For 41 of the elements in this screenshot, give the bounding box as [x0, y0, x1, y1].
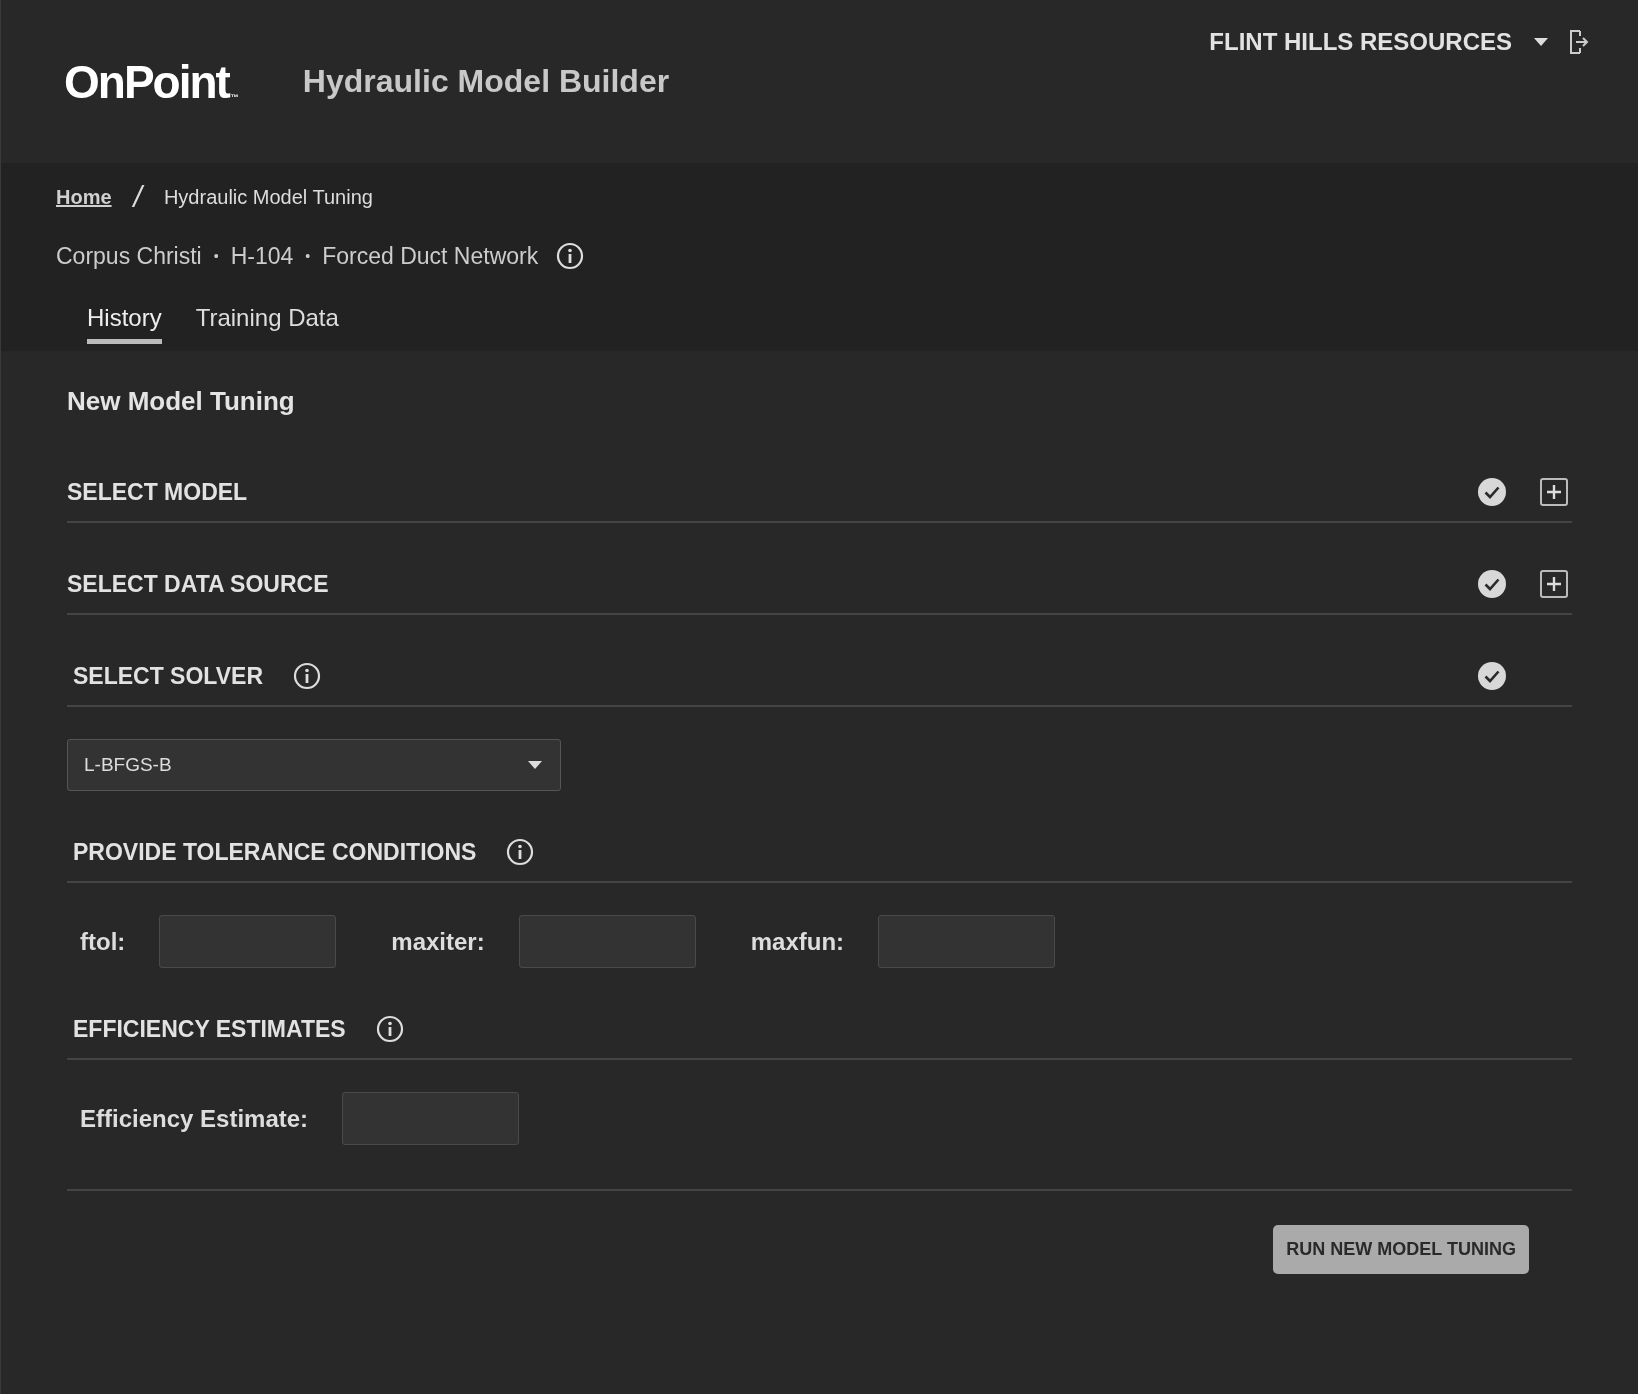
input-field[interactable] [518, 915, 696, 968]
add-icon[interactable] [1540, 478, 1568, 506]
logo-text: OnPoint [64, 58, 229, 105]
logout-icon[interactable] [1568, 29, 1590, 55]
input-field[interactable] [878, 915, 1056, 968]
section-title: PROVIDE TOLERANCE CONDITIONS [73, 838, 477, 866]
breadcrumb-current: Hydraulic Model Tuning [163, 185, 373, 209]
app-title: Hydraulic Model Builder [302, 63, 670, 100]
caret-icon [1534, 38, 1548, 46]
context-label: Corpus Christi [56, 242, 202, 270]
caret-icon [528, 761, 542, 769]
solver-dropdown[interactable]: L-BFGS-B [67, 739, 561, 791]
page-title: New Model Tuning [67, 384, 296, 418]
field-label: maxiter: [391, 927, 485, 956]
run-tuning-button[interactable]: RUN NEW MODEL TUNING [1273, 1225, 1529, 1274]
home-link[interactable]: Home [56, 185, 112, 209]
separator-dot: • [213, 248, 219, 264]
tab[interactable]: History [87, 304, 162, 344]
trademark-mark: ™ [230, 93, 239, 102]
section-title: SELECT DATA SOURCE [67, 570, 329, 598]
check-circle-icon [1478, 570, 1506, 598]
input-field[interactable] [159, 915, 337, 968]
info-icon[interactable] [375, 1015, 404, 1043]
section-title: SELECT MODEL [67, 478, 248, 506]
account-menu[interactable]: FLINT HILLS RESOURCES [1209, 24, 1548, 60]
add-icon[interactable] [1540, 570, 1568, 598]
section-title: EFFICIENCY ESTIMATES [73, 1015, 346, 1043]
info-icon[interactable] [556, 242, 585, 270]
input-field[interactable] [342, 1092, 520, 1145]
field-label: Efficiency Estimate: [80, 1104, 309, 1133]
field-label: ftol: [80, 927, 126, 956]
section-title: SELECT SOLVER [73, 662, 263, 690]
check-circle-icon [1478, 662, 1506, 690]
field-label: maxfun: [750, 927, 845, 956]
separator-dot: • [305, 248, 311, 264]
context-label: H-104 [230, 242, 294, 270]
context-label: Forced Duct Network [322, 242, 539, 270]
tab[interactable]: Training Data [195, 304, 339, 344]
info-icon[interactable] [293, 662, 321, 690]
check-circle-icon [1478, 478, 1506, 506]
info-icon[interactable] [506, 838, 535, 866]
